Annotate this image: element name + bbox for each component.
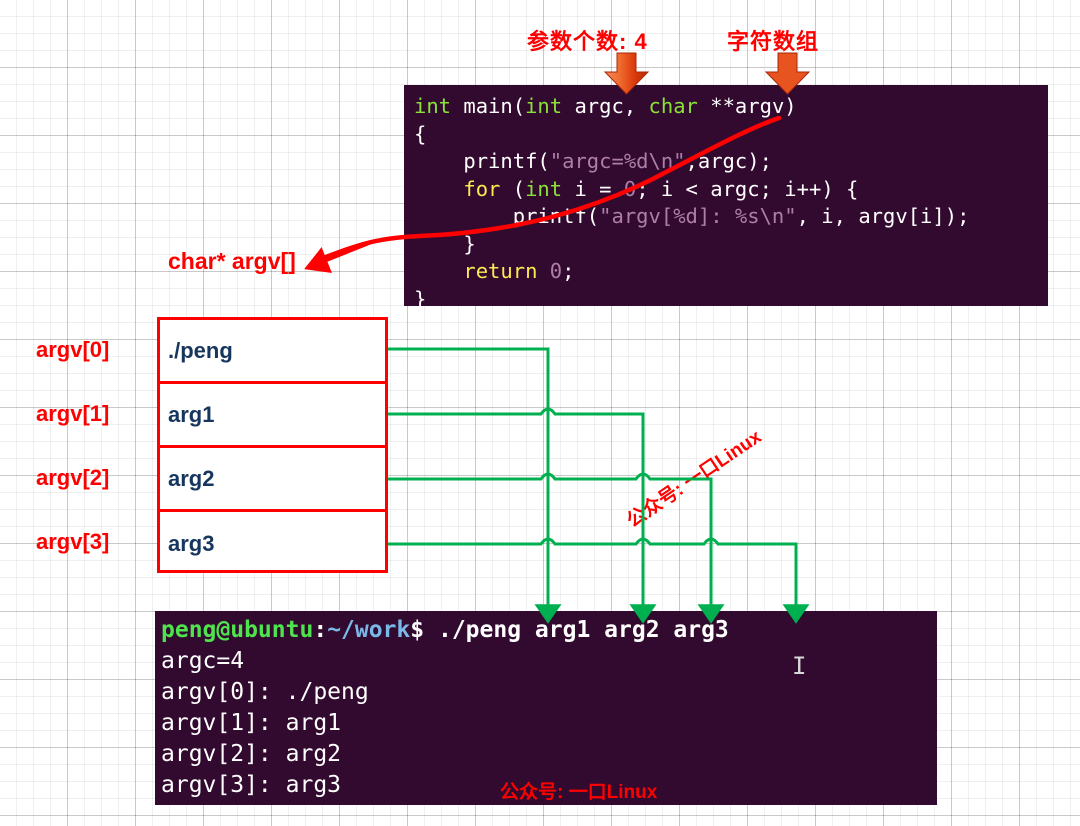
argv-array-table: ./peng arg1 arg2 arg3 [157,317,388,573]
code-token: "argc=%d\n" [549,149,686,173]
code-token: main( [463,94,526,118]
annotation-char-array: 字符数组 [727,29,820,54]
terminal-output-line: argv[1]: arg1 [161,710,342,736]
argv-cell-value: arg3 [168,531,215,556]
code-line: for (int i = 0; i < argc; i++) { [414,176,969,204]
terminal-output-text: peng@ubuntu:~/work$ ./peng arg1 arg2 arg… [161,615,729,801]
connector-argv0 [388,347,562,624]
argv-index-labels: argv[0] argv[1] argv[2] argv[3] [36,317,146,573]
argv-cell-value: arg1 [168,401,215,427]
argv-cell-value: ./peng [168,337,233,363]
code-token: int [525,94,575,118]
code-line: printf("argc=%d\n",argc); [414,148,969,176]
code-line: } [414,231,969,259]
terminal-prompt-line: peng@ubuntu:~/work$ ./peng arg1 arg2 arg… [161,615,729,646]
terminal-prompt-user: peng@ubuntu [161,617,314,643]
code-line: int main(int argc, char **argv) [414,93,969,121]
code-token: ( [500,176,526,201]
argv-table-row: arg1 [160,384,385,448]
argv-table-row: arg3 [160,512,385,576]
code-token: printf( [414,149,550,173]
code-token: i = [562,176,624,201]
terminal-command: ./peng arg1 arg2 arg3 [437,617,729,643]
code-token: ; [562,259,575,283]
argv-index-label: argv[3] [36,529,110,554]
code-token: ,argc); [685,149,772,173]
terminal-output-line: argc=4 [161,648,245,674]
code-token: } [414,231,476,256]
code-token: ; i < argc; i++) { [636,176,859,201]
code-line: { [414,121,969,149]
connector-argv3 [388,537,810,624]
argv-cell-value: arg2 [168,465,215,491]
terminal-watermark: 公众号: 一口Linux [500,782,658,803]
code-token: 0 [549,259,563,283]
terminal-prompt-colon: : [313,617,328,643]
code-token: "argv[%d]: %s\n" [599,204,797,228]
annotation-char-pointer-argv: char* argv[] [168,248,296,274]
mouse-ibeam-cursor-icon: I [792,652,807,680]
argv-index-label: argv[2] [36,465,110,490]
code-token: int [525,176,563,201]
code-token: int [414,94,464,118]
code-token: argc, [574,94,649,118]
code-token: return [463,259,538,283]
code-token: **argv) [710,94,797,118]
code-line: printf("argv[%d]: %s\n", i, argv[i]); [414,203,970,231]
argv-table-row: arg2 [160,448,385,512]
argv-index-label: argv[0] [36,337,110,362]
terminal-prompt-dollar: $ [410,617,438,643]
red-arrow-to-charptr [304,240,373,274]
code-token: , i, argv[i]); [796,204,970,228]
code-token: for [463,176,501,201]
code-line: } [414,286,969,314]
code-token: } [414,286,427,311]
terminal-output-line: argv[0]: ./peng [161,679,369,705]
code-token: 0 [623,176,637,201]
code-snippet-box: int main(int argc, char **argv){ printf(… [404,85,1048,311]
code-token: char [648,94,711,118]
code-line: return 0; [414,258,969,286]
code-token: printf( [414,204,600,228]
code-token: { [414,121,427,146]
connector-argv1 [388,407,657,624]
annotation-argc-count: 参数个数: 4 [527,29,648,54]
terminal-output-line: argv[2]: arg2 [161,741,342,767]
diagonal-watermark: 公众号: 一口Linux [623,426,766,532]
terminal-window: peng@ubuntu:~/work$ ./peng arg1 arg2 arg… [155,611,937,805]
argv-index-label: argv[1] [36,401,110,426]
code-snippet-text: int main(int argc, char **argv){ printf(… [414,93,969,313]
terminal-prompt-path: ~/work [327,617,411,643]
argv-table-row: ./peng [160,320,385,384]
